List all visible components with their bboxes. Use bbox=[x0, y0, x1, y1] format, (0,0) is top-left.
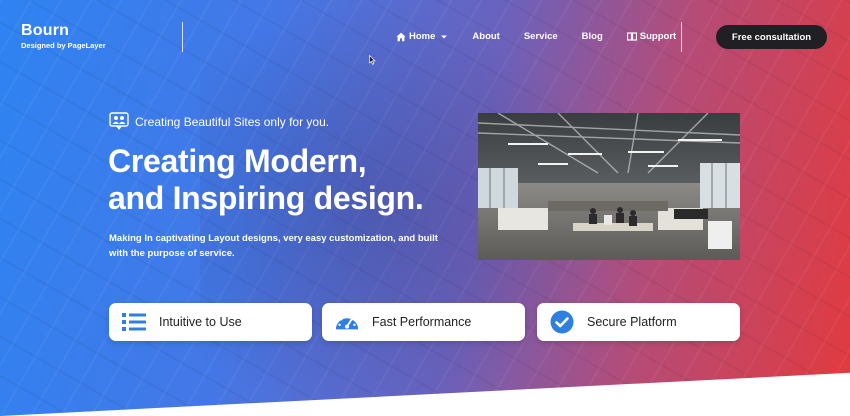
chevron-down-icon bbox=[441, 35, 448, 38]
header-divider-right bbox=[681, 22, 682, 52]
feature-card-secure[interactable]: Secure Platform bbox=[537, 303, 740, 341]
page-title: Creating Modern, and Inspiring design. bbox=[108, 143, 424, 217]
feature-card-performance[interactable]: Fast Performance bbox=[322, 303, 525, 341]
office-photo bbox=[478, 113, 740, 260]
main-navigation: Home About Service Blog Support bbox=[396, 31, 676, 42]
speedometer-icon bbox=[334, 309, 360, 335]
brand-tagline: Designed by PageLayer bbox=[21, 41, 106, 50]
hero-description: Making In captivating Layout designs, ve… bbox=[109, 233, 438, 259]
hero-section: Bourn Designed by PageLayer Home About S… bbox=[0, 0, 850, 416]
nav-item-home[interactable]: Home bbox=[396, 31, 448, 42]
nav-item-label: Service bbox=[523, 31, 558, 42]
nav-item-service[interactable]: Service bbox=[524, 31, 558, 42]
list-icon bbox=[121, 309, 147, 335]
nav-item-label: Home bbox=[409, 31, 436, 42]
home-icon bbox=[396, 32, 406, 41]
nav-item-support[interactable]: Support bbox=[626, 31, 677, 42]
feature-card-label: Secure Platform bbox=[587, 315, 677, 329]
nav-item-blog[interactable]: Blog bbox=[582, 31, 603, 42]
eyebrow: Creating Beautiful Sites only for you. bbox=[109, 112, 329, 131]
nav-item-label: About bbox=[472, 31, 500, 42]
nav-item-about[interactable]: About bbox=[472, 31, 499, 42]
team-icon bbox=[109, 112, 129, 130]
feature-card-intuitive[interactable]: Intuitive to Use bbox=[109, 303, 312, 341]
headline-line-1: Creating Modern, bbox=[108, 143, 367, 179]
nav-item-label: Support bbox=[639, 31, 677, 42]
nav-item-label: Blog bbox=[581, 31, 603, 42]
eyebrow-text: Creating Beautiful Sites only for you. bbox=[135, 114, 330, 129]
header-divider-left bbox=[182, 22, 183, 52]
feature-card-label: Fast Performance bbox=[372, 315, 472, 329]
brand-name: Bourn bbox=[21, 22, 70, 39]
headline-line-2: and Inspiring design. bbox=[108, 180, 424, 216]
mouse-cursor-icon bbox=[369, 55, 376, 65]
feature-card-label: Intuitive to Use bbox=[159, 315, 242, 329]
brand-logo[interactable]: Bourn Designed by PageLayer bbox=[21, 22, 106, 50]
book-icon bbox=[626, 32, 637, 41]
free-consultation-button[interactable]: Free consultation bbox=[716, 25, 827, 49]
check-circle-icon bbox=[549, 309, 575, 335]
